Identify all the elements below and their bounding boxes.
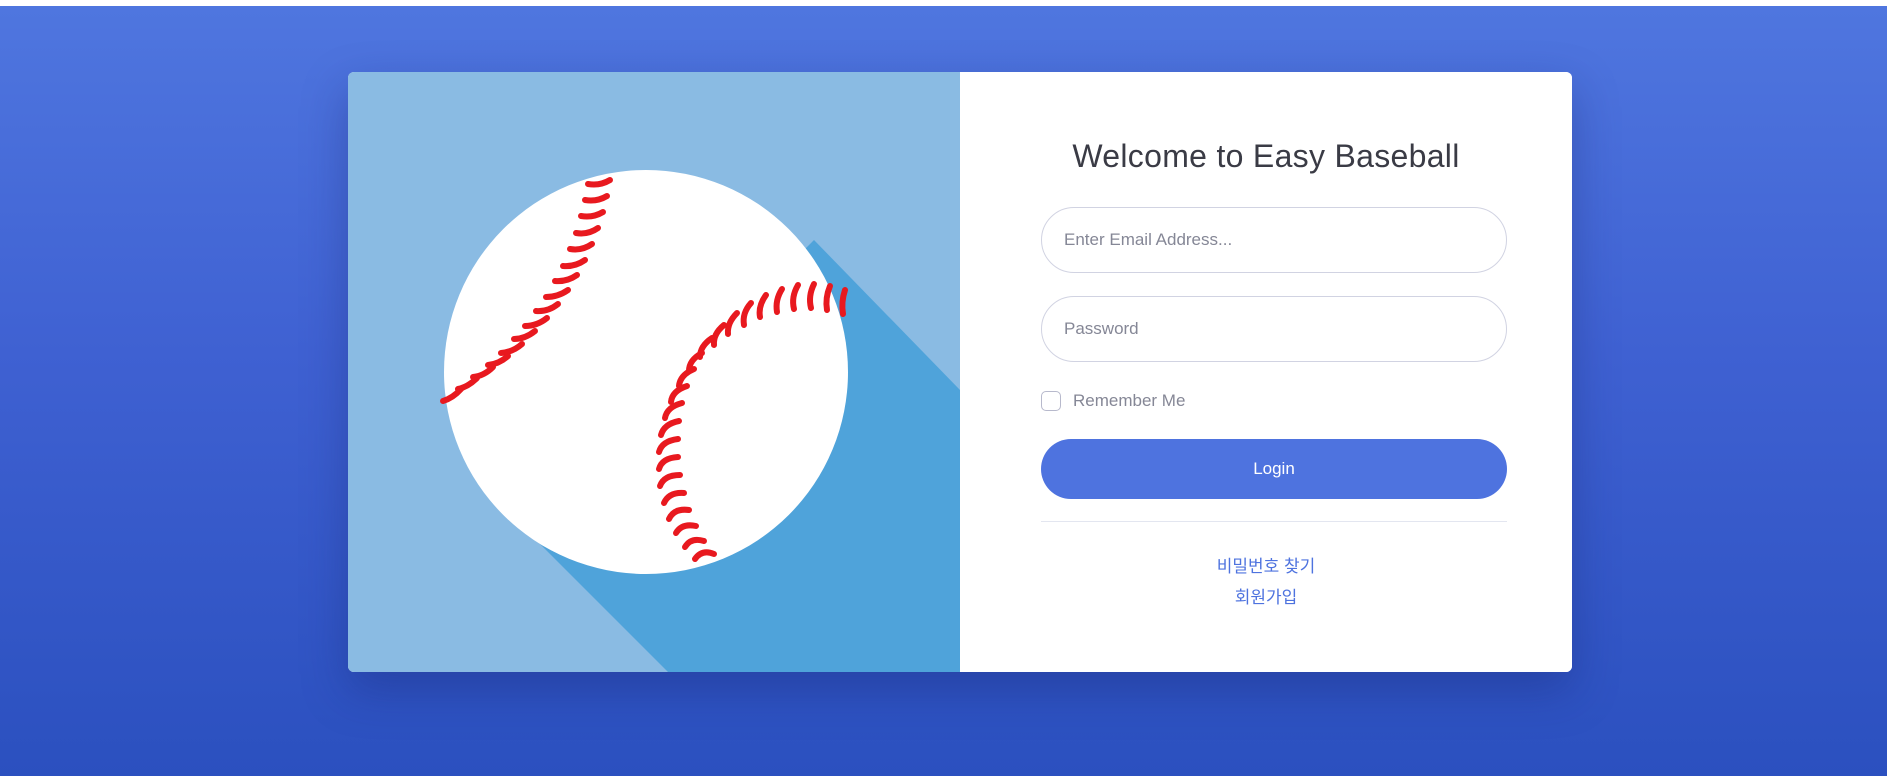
page-title: Welcome to Easy Baseball [1072,138,1460,174]
remember-me-checkbox[interactable]: Remember Me [1041,391,1185,411]
remember-me-label[interactable]: Remember Me [1073,391,1185,411]
login-button[interactable]: Login [1041,439,1507,499]
hero-image-panel [348,72,960,672]
find-password-link[interactable]: 비밀번호 찾기 [960,552,1572,577]
baseball-ball [444,170,848,574]
baseball-icon [440,170,960,672]
signup-link[interactable]: 회원가입 [960,583,1572,608]
divider [1041,521,1507,522]
email-input[interactable] [1041,207,1507,273]
checkbox-unchecked-icon[interactable] [1041,391,1061,411]
login-card: Welcome to Easy Baseball Remember Me Log… [348,72,1572,672]
login-form-panel: Welcome to Easy Baseball Remember Me Log… [960,72,1572,672]
password-input[interactable] [1041,296,1507,362]
